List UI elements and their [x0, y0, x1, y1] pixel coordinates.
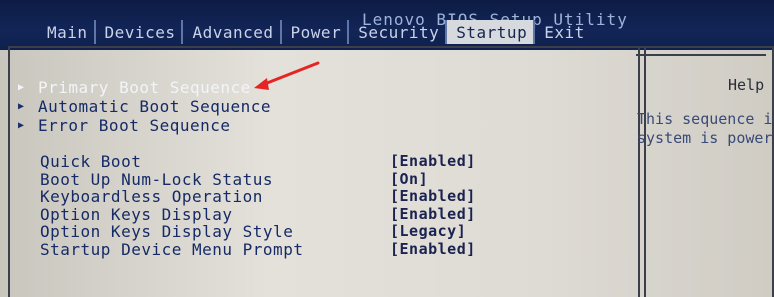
setting-value[interactable]: [Enabled]: [390, 152, 476, 170]
setting-value[interactable]: [Enabled]: [390, 205, 476, 223]
menu-item-automatic-boot-sequence[interactable]: ▶ Automatic Boot Sequence: [18, 97, 271, 116]
setting-label: Boot Up Num-Lock Status: [40, 169, 274, 189]
setting-label: Quick Boot: [40, 152, 142, 171]
arrow-shaft: [260, 61, 320, 87]
menu-item-primary-boot-sequence[interactable]: ▶ Primary Boot Sequence: [18, 78, 271, 97]
startup-settings-list: Quick Boot [Enabled] Boot Up Num-Lock St…: [40, 152, 475, 259]
triangle-right-icon: ▶: [18, 120, 25, 131]
triangle-right-icon: ▶: [18, 101, 25, 112]
tab-exit[interactable]: Exit: [533, 20, 591, 44]
tab-main[interactable]: Main: [38, 20, 94, 44]
boot-sequence-menu: ▶ Primary Boot Sequence ▶ Automatic Boot…: [18, 78, 271, 135]
menu-item-label: Automatic Boot Sequence: [38, 97, 272, 116]
menu-item-label: Primary Boot Sequence: [38, 78, 251, 97]
setting-option-keys-display-style[interactable]: Option Keys Display Style [Legacy]: [40, 222, 466, 242]
tab-advanced[interactable]: Advanced: [181, 20, 279, 44]
help-header-line: [636, 54, 766, 56]
setting-value[interactable]: [Enabled]: [390, 187, 476, 205]
setting-keyboardless-operation[interactable]: Keyboardless Operation [Enabled]: [40, 187, 475, 207]
setting-option-keys-display[interactable]: Option Keys Display [Enabled]: [40, 204, 475, 224]
help-text: This sequence i system is power: [637, 110, 773, 147]
setting-label: Keyboardless Operation: [40, 187, 263, 207]
help-divider: [638, 48, 646, 297]
setting-value[interactable]: [Legacy]: [390, 222, 466, 240]
setting-value[interactable]: [On]: [390, 170, 428, 188]
red-arrow-icon: [254, 61, 320, 90]
setting-label: Startup Device Menu Prompt: [40, 239, 304, 259]
setting-label: Option Keys Display: [40, 204, 233, 224]
setting-value[interactable]: [Enabled]: [390, 240, 476, 258]
setting-boot-up-num-lock-status[interactable]: Boot Up Num-Lock Status [On]: [40, 169, 428, 189]
menu-item-label: Error Boot Sequence: [38, 116, 231, 135]
help-title: Help: [728, 76, 765, 94]
setting-label: Option Keys Display Style: [40, 222, 294, 242]
bios-screen: Lenovo BIOS Setup Utility Main Devices A…: [0, 0, 774, 297]
tab-bar: Main Devices Advanced Power Security Sta…: [38, 20, 591, 46]
triangle-right-icon: ▶: [18, 82, 25, 93]
tab-devices[interactable]: Devices: [93, 20, 182, 44]
tab-startup[interactable]: Startup: [445, 20, 534, 44]
tab-security[interactable]: Security: [347, 20, 445, 44]
tab-power[interactable]: Power: [279, 20, 348, 44]
arrow-head: [254, 78, 269, 90]
title-bar: Lenovo BIOS Setup Utility Main Devices A…: [0, 0, 774, 50]
menu-item-error-boot-sequence[interactable]: ▶ Error Boot Sequence: [18, 116, 271, 135]
setting-quick-boot[interactable]: Quick Boot [Enabled]: [40, 152, 475, 171]
setting-startup-device-menu-prompt[interactable]: Startup Device Menu Prompt [Enabled]: [40, 239, 475, 259]
